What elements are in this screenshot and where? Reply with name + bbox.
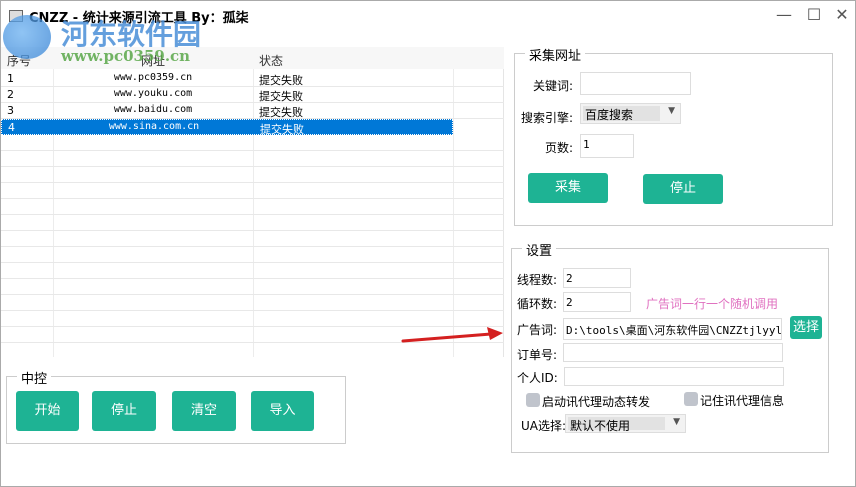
order-input[interactable]: [563, 343, 783, 362]
chevron-down-icon: ▼: [673, 417, 680, 427]
close-button[interactable]: ✕: [831, 5, 853, 25]
order-label: 订单号:: [517, 348, 558, 362]
keyword-input[interactable]: [580, 72, 691, 95]
clear-button[interactable]: 清空: [172, 391, 236, 431]
threads-input[interactable]: 2: [563, 268, 631, 288]
import-button[interactable]: 导入: [251, 391, 314, 431]
collect-button[interactable]: 采集: [528, 173, 608, 203]
remember-proxy-label: 记住讯代理信息: [700, 394, 785, 408]
results-table[interactable]: 序号 网址 状态 1 www.pc0359.cn 提交失败 2 www.youku.c…: [1, 47, 504, 357]
table-row[interactable]: 2 www.youku.com 提交失败: [1, 87, 504, 103]
table-row[interactable]: 3 www.baidu.com 提交失败: [1, 103, 504, 119]
remember-proxy-checkbox[interactable]: [684, 392, 698, 406]
collect-stop-button[interactable]: 停止: [643, 174, 723, 204]
threads-label: 线程数:: [517, 273, 558, 287]
watermark-url: www.pc0359.cn: [61, 47, 191, 65]
proxy-forward-checkbox[interactable]: [526, 393, 540, 407]
ad-label: 广告词:: [517, 323, 558, 337]
table-row[interactable]: 1 www.pc0359.cn 提交失败: [1, 71, 504, 87]
red-arrow-annotation: [401, 327, 503, 343]
pages-input[interactable]: 1: [580, 134, 634, 158]
control-group-title: 中控: [17, 368, 52, 387]
keyword-label: 关键词:: [533, 79, 574, 93]
ad-file-input[interactable]: D:\tools\桌面\河东软件园\CNZZtjlyylg: [563, 318, 782, 340]
watermark-logo: [3, 15, 51, 59]
maximize-button[interactable]: ☐: [803, 5, 825, 25]
engine-label: 搜索引擎:: [521, 111, 574, 125]
personal-id-input[interactable]: [564, 367, 784, 386]
ua-select[interactable]: 默认不使用 ▼: [565, 414, 686, 433]
engine-select[interactable]: 百度搜索 ▼: [580, 103, 681, 124]
pages-label: 页数:: [545, 141, 574, 155]
settings-group-title: 设置: [522, 240, 557, 259]
personal-id-label: 个人ID:: [517, 371, 558, 385]
table-row-selected[interactable]: 4 www.sina.com.cn 提交失败: [1, 119, 453, 136]
minimize-button[interactable]: —: [773, 5, 795, 25]
stop-button[interactable]: 停止: [92, 391, 156, 431]
ua-label: UA选择:: [521, 419, 567, 433]
ad-hint: 广告词一行一个随机调用: [646, 297, 779, 311]
loops-label: 循环数:: [517, 297, 558, 311]
proxy-forward-label: 启动讯代理动态转发: [542, 395, 651, 409]
chevron-down-icon: ▼: [668, 106, 675, 116]
choose-file-button[interactable]: 选择: [790, 316, 822, 339]
collect-group-title: 采集网址: [525, 45, 586, 64]
start-button[interactable]: 开始: [16, 391, 79, 431]
col-status[interactable]: 状态: [259, 52, 283, 69]
loops-input[interactable]: 2: [563, 292, 631, 312]
